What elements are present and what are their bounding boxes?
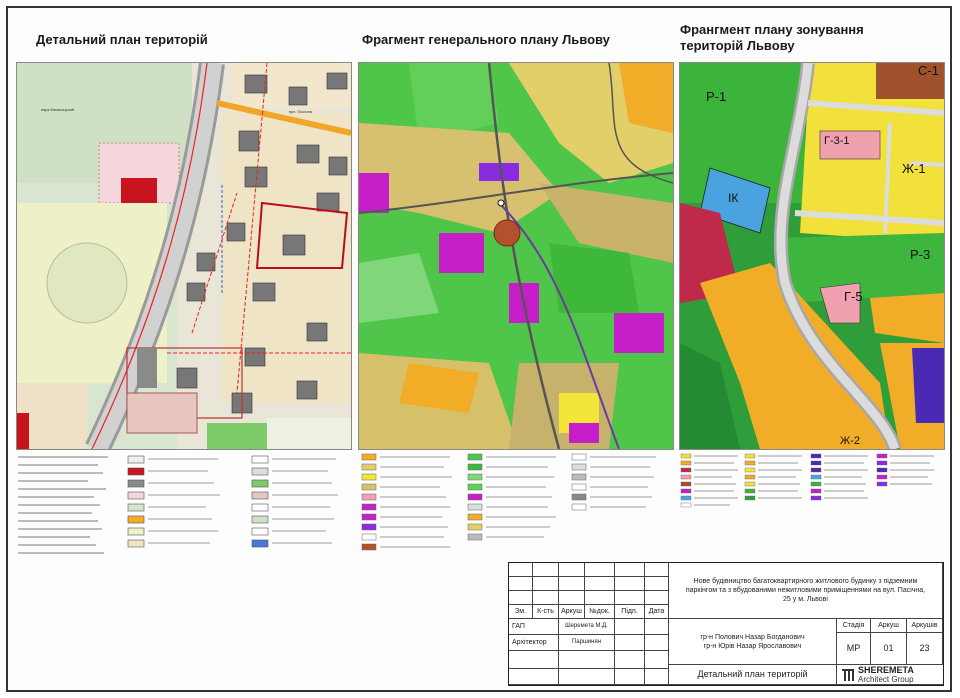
- zone-label-zh2: Ж-2: [840, 435, 860, 447]
- grid-cell: [615, 669, 645, 685]
- zone-label-g5: Г-5: [844, 289, 863, 304]
- grid-cell: [533, 591, 559, 605]
- zoning-drawing: [680, 63, 944, 449]
- client-line-1: гр-н Полович Назар Богданович: [700, 633, 805, 641]
- grid-cell: [509, 651, 559, 669]
- park-label: парк Кисасицький: [41, 107, 75, 112]
- clients-cell: гр-н Полович Назар Богданович гр-н Юрів …: [669, 619, 837, 665]
- drawing-title: Детальний план територій: [669, 665, 837, 685]
- architect-label: Архітектор: [509, 635, 559, 651]
- right-panel-title-line2: територій Львову: [680, 38, 795, 53]
- zone-label-r3: Р-3: [910, 247, 931, 262]
- grid-cell: [559, 651, 615, 669]
- header-data: Дата: [645, 605, 669, 619]
- detailed-plan-drawing: [17, 63, 351, 449]
- zone-label-ik: ІК: [728, 191, 739, 205]
- grid-cell: [509, 669, 559, 685]
- general-plan-legend-swatches: [361, 453, 656, 551]
- street-label: вул. Пасічна: [289, 109, 313, 114]
- grid-cell: [559, 591, 585, 605]
- grid-cell: [645, 577, 669, 591]
- grid-cell: [645, 651, 669, 669]
- grid-cell: [585, 591, 615, 605]
- grid-cell: [509, 591, 533, 605]
- grid-cell: [615, 563, 645, 577]
- zoning-map: Р-1 С-1 Г-3-1 Ж-1 ІК Р-3 Г-5 Ж-2: [679, 62, 945, 450]
- gap-label: ГАП: [509, 619, 559, 635]
- gap-date: [645, 619, 669, 635]
- zone-label-g31: Г-3-1: [824, 135, 850, 147]
- grid-cell: [645, 669, 669, 685]
- grid-cell: [533, 577, 559, 591]
- client-line-2: гр-н Юрів Назар Ярославович: [703, 642, 802, 650]
- general-plan-drawing: [359, 63, 673, 449]
- grid-cell: [559, 563, 585, 577]
- grid-cell: [509, 563, 533, 577]
- company-line-2: Architect Group: [858, 674, 914, 684]
- header-zm: Зм.: [509, 605, 533, 619]
- architect-name: Паршинян: [559, 635, 615, 651]
- company-name: SHEREMETA Architect Group: [858, 665, 914, 684]
- zoning-legend: [679, 450, 943, 512]
- header-pidp: Підп.: [615, 605, 645, 619]
- header-arkush: Аркуш: [559, 605, 585, 619]
- right-panel-title-line1: Франгмент плану зонування: [680, 22, 864, 37]
- zone-label-r1: Р-1: [706, 89, 727, 104]
- grid-cell: [585, 577, 615, 591]
- grid-cell: [533, 563, 559, 577]
- left-panel-title: Детальний план територій: [36, 32, 208, 47]
- detailed-plan-legend-swatches: [18, 455, 338, 554]
- grid-cell: [615, 651, 645, 669]
- grid-cell: [645, 563, 669, 577]
- company-cell: SHEREMETA Architect Group: [837, 665, 943, 685]
- architect-signature: [615, 635, 645, 651]
- grid-cell: [615, 577, 645, 591]
- grid-cell: [615, 591, 645, 605]
- grid-cell: [509, 577, 533, 591]
- general-plan-map: [358, 62, 674, 450]
- sheet-label: Аркуш: [871, 619, 907, 633]
- header-ndok: №док.: [585, 605, 615, 619]
- gap-signature: [615, 619, 645, 635]
- sheet-value: 01: [871, 633, 907, 665]
- middle-panel-title: Фрагмент генерального плану Львову: [362, 32, 610, 47]
- detailed-plan-map: парк Кисасицький вул. Пасічна: [16, 62, 352, 450]
- detailed-plan-legend: [16, 452, 350, 562]
- project-description: Нове будівництво багатоквартирного житло…: [669, 563, 943, 619]
- stage-value: МР: [837, 633, 871, 665]
- grid-cell: [559, 669, 615, 685]
- stage-label: Стадія: [837, 619, 871, 633]
- zone-label-c1: С-1: [918, 63, 939, 78]
- grid-cell: [645, 591, 669, 605]
- zone-label-zh1: Ж-1: [902, 161, 926, 176]
- header-kst: К-сть: [533, 605, 559, 619]
- grid-cell: [585, 563, 615, 577]
- grid-cell: [559, 577, 585, 591]
- zoning-legend-swatches: [680, 453, 934, 508]
- title-block: Зм. К-сть Аркуш №док. Підп. Дата ГАП Шер…: [508, 562, 944, 686]
- general-plan-legend: [358, 452, 672, 552]
- company-line-1: SHEREMETA: [858, 665, 914, 675]
- sheets-value: 23: [907, 633, 943, 665]
- architect-date: [645, 635, 669, 651]
- sheets-label: Аркушів: [907, 619, 943, 633]
- gap-name: Шеремета М.Д.: [559, 619, 615, 635]
- company-logo-icon: [842, 668, 854, 681]
